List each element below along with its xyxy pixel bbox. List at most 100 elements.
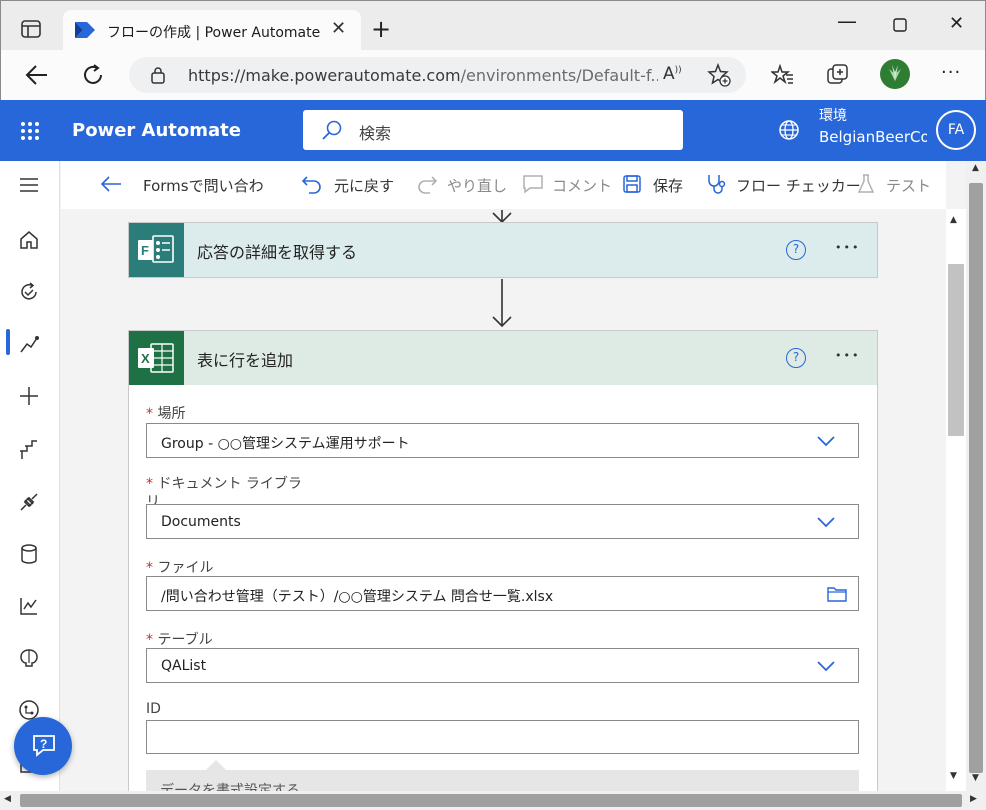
environment-name: BelgianBeerCo xyxy=(819,128,927,146)
maximize-icon[interactable] xyxy=(893,16,907,37)
undo-button[interactable]: 元に戻す xyxy=(301,175,394,196)
app-name[interactable]: Power Automate xyxy=(72,120,241,141)
close-window-icon[interactable]: ✕ xyxy=(949,13,964,34)
required-marker: * xyxy=(146,560,158,576)
url-path: /environments/Default-f... xyxy=(460,66,658,85)
id-input[interactable] xyxy=(146,720,859,754)
browser-tab-active[interactable]: フローの作成 | Power Automate ✕ xyxy=(63,10,361,51)
environment-picker[interactable]: 環境 BelgianBeerCo xyxy=(819,106,927,148)
required-marker: * xyxy=(146,632,158,648)
comment-label: コメント xyxy=(552,177,613,195)
undo-icon xyxy=(301,173,323,199)
flow-name[interactable]: Formsで問い合わ xyxy=(143,175,264,196)
forms-action-card[interactable]: F 応答の詳細を取得する ? ••• xyxy=(128,222,878,278)
page-hscroll-thumb[interactable] xyxy=(20,794,962,807)
page-vertical-scrollbar[interactable]: ▲ ▼ xyxy=(966,161,986,791)
app-launcher-icon[interactable] xyxy=(20,121,40,145)
search-icon xyxy=(321,120,343,146)
library-dropdown[interactable]: Documents xyxy=(146,504,859,539)
connector-arrow-middle xyxy=(490,279,514,333)
file-picker[interactable]: /問い合わせ管理（テスト）/○○管理システム 問合せ一覧.xlsx xyxy=(146,576,859,611)
page-scroll-up-icon[interactable]: ▲ xyxy=(972,163,979,173)
my-flows-icon[interactable] xyxy=(18,333,44,359)
chevron-down-icon[interactable] xyxy=(816,658,836,677)
scroll-down-arrow-icon[interactable]: ▼ xyxy=(950,771,957,781)
location-label-text: 場所 xyxy=(157,406,186,422)
excel-help-icon[interactable]: ? xyxy=(786,348,806,368)
location-label: * 場所 xyxy=(146,403,185,423)
virtual-agent-button[interactable]: ? xyxy=(14,717,72,775)
back-icon[interactable] xyxy=(25,64,49,90)
minimize-icon[interactable]: — xyxy=(837,9,857,33)
undo-label: 元に戻す xyxy=(334,177,395,195)
action-items-icon[interactable] xyxy=(18,281,44,307)
required-marker: * xyxy=(146,406,158,422)
search-input[interactable]: 検索 xyxy=(303,110,683,150)
templates-icon[interactable] xyxy=(18,439,44,465)
forms-card-header[interactable]: F 応答の詳細を取得する ? ••• xyxy=(129,223,877,277)
table-label: * テーブル xyxy=(146,629,213,649)
refresh-icon[interactable] xyxy=(81,63,105,91)
data-icon[interactable] xyxy=(18,543,44,569)
page-scroll-thumb[interactable] xyxy=(969,183,983,773)
monitor-icon[interactable] xyxy=(18,595,44,621)
comment-button[interactable]: コメント xyxy=(522,175,612,196)
flow-command-bar: Formsで問い合わ 元に戻す やり直し コメント 保存 フロー チェッカー テ… xyxy=(61,161,946,209)
forms-connector-icon: F xyxy=(129,223,184,277)
chevron-down-icon[interactable] xyxy=(816,433,836,452)
browser-toolbar: https://make.powerautomate.com/environme… xyxy=(0,50,986,100)
test-button[interactable]: テスト xyxy=(856,174,932,196)
table-dropdown[interactable]: QAList xyxy=(146,648,859,683)
format-hint-text: データを書式設定する xyxy=(160,783,300,791)
excel-more-icon[interactable]: ••• xyxy=(835,349,860,362)
flow-checker-label: フロー チェッカー xyxy=(736,177,861,195)
hamburger-menu-icon[interactable] xyxy=(18,175,44,201)
user-avatar[interactable]: FA xyxy=(936,110,976,150)
flow-designer-canvas: F 応答の詳細を取得する ? ••• X 表に行を追加 ? ••• * 場所 G… xyxy=(61,209,946,791)
flow-checker-button[interactable]: フロー チェッカー xyxy=(706,175,861,196)
read-aloud-icon[interactable]: A)) xyxy=(663,64,682,84)
page-scroll-right-icon[interactable]: ▶ xyxy=(970,794,977,804)
required-marker: * xyxy=(146,476,158,492)
profile-avatar-icon[interactable] xyxy=(880,59,910,93)
canvas-scrollbar[interactable]: ▲ ▼ xyxy=(946,209,966,791)
redo-label: やり直し xyxy=(447,177,508,195)
power-automate-favicon xyxy=(75,22,95,42)
new-tab-icon[interactable]: + xyxy=(371,15,391,43)
page-scroll-left-icon[interactable]: ◀ xyxy=(4,794,11,804)
tab-actions-icon[interactable] xyxy=(21,20,41,38)
connectors-icon[interactable] xyxy=(18,491,44,517)
scroll-up-arrow-icon[interactable]: ▲ xyxy=(950,215,957,225)
svg-text:X: X xyxy=(141,351,150,366)
chevron-down-icon[interactable] xyxy=(816,514,836,533)
redo-button[interactable]: やり直し xyxy=(416,175,507,196)
address-bar[interactable]: https://make.powerautomate.com/environme… xyxy=(129,57,746,93)
page-horizontal-scrollbar[interactable]: ◀ ▶ xyxy=(0,791,986,810)
save-button[interactable]: 保存 xyxy=(622,175,683,196)
lock-icon[interactable] xyxy=(150,66,166,88)
forms-help-icon[interactable]: ? xyxy=(786,240,806,260)
app-header: Power Automate 検索 環境 BelgianBeerCo FA xyxy=(0,100,986,161)
excel-card-header[interactable]: X 表に行を追加 ? ••• xyxy=(129,331,877,385)
url-text: https://make.powerautomate.com/environme… xyxy=(188,66,658,85)
favorites-icon[interactable] xyxy=(769,63,795,91)
collections-icon[interactable] xyxy=(826,63,850,91)
page-scroll-down-icon[interactable]: ▼ xyxy=(972,773,979,783)
svg-text:F: F xyxy=(141,243,149,258)
location-dropdown[interactable]: Group - ○○管理システム運用サポート xyxy=(146,423,859,458)
environment-icon[interactable] xyxy=(778,119,800,145)
back-arrow-icon[interactable] xyxy=(99,174,123,198)
home-icon[interactable] xyxy=(18,229,44,255)
folder-icon[interactable] xyxy=(826,585,848,607)
ai-builder-icon[interactable] xyxy=(18,647,44,673)
format-data-callout[interactable]: データを書式設定する xyxy=(146,760,859,791)
settings-more-icon[interactable]: ··· xyxy=(941,62,961,83)
tab-close-icon[interactable]: ✕ xyxy=(331,18,346,39)
excel-add-row-card: X 表に行を追加 ? ••• * 場所 Group - ○○管理システム運用サポ… xyxy=(128,330,878,791)
favorite-add-icon[interactable] xyxy=(707,62,731,91)
test-label: テスト xyxy=(886,177,932,195)
create-icon[interactable] xyxy=(18,385,44,411)
excel-card-title: 表に行を追加 xyxy=(197,351,294,370)
forms-more-icon[interactable]: ••• xyxy=(835,241,860,254)
canvas-scroll-thumb[interactable] xyxy=(948,264,964,436)
